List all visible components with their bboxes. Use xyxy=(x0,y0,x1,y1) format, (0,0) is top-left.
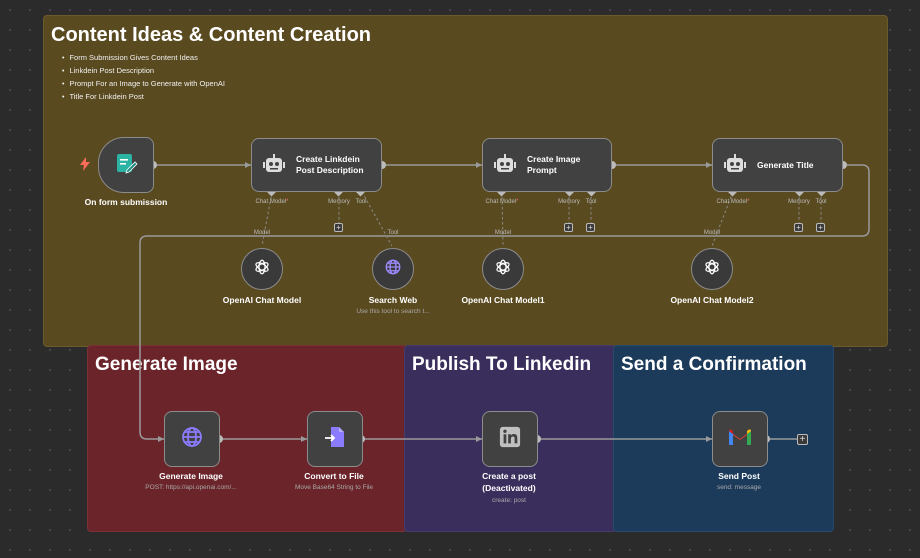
node-on-form-submission[interactable] xyxy=(98,137,154,193)
port-memory: Memory xyxy=(788,199,810,205)
port-tool: Tool xyxy=(815,199,827,205)
node-label: Search Web xyxy=(368,295,418,305)
node-create-a-post-linkedin[interactable] xyxy=(482,411,538,467)
node-subtitle: POST: https://api.openai.com/... xyxy=(145,484,237,491)
port-tool: Tool xyxy=(355,199,367,205)
add-memory-button[interactable]: + xyxy=(564,223,573,232)
add-node-button[interactable]: + xyxy=(797,434,808,445)
node-subtitle: Move Base64 String to File xyxy=(294,484,374,491)
globe-icon xyxy=(180,425,204,454)
node-generate-image[interactable] xyxy=(164,411,220,467)
connections-layer xyxy=(139,161,870,443)
node-label: OpenAI Chat Model xyxy=(222,295,302,305)
node-title: Create Linkdein Post Description xyxy=(296,154,364,175)
port-model: Model xyxy=(494,230,512,236)
robot-icon xyxy=(262,153,286,177)
node-label: Send Post xyxy=(718,471,760,481)
node-title: Create Image Prompt xyxy=(527,154,581,175)
port-chat-model: Chat Model* xyxy=(716,199,750,205)
node-label: On form submission xyxy=(84,197,168,207)
node-convert-to-file[interactable] xyxy=(307,411,363,467)
port-chat-model: Chat Model* xyxy=(485,199,519,205)
node-create-image-prompt[interactable]: Create Image Prompt xyxy=(482,138,612,192)
port-model: Model xyxy=(703,230,721,236)
port-memory: Memory xyxy=(328,199,350,205)
trigger-bolt-icon xyxy=(80,157,90,171)
node-subtitle: send: message xyxy=(716,484,762,491)
add-tool-button[interactable]: + xyxy=(816,223,825,232)
node-openai-chat-model[interactable] xyxy=(241,248,283,290)
node-label-status: (Deactivated) xyxy=(482,483,536,493)
node-label: Convert to File xyxy=(304,471,364,481)
add-memory-button[interactable]: + xyxy=(334,223,343,232)
linkedin-icon xyxy=(499,426,521,453)
node-search-web[interactable] xyxy=(372,248,414,290)
robot-icon xyxy=(493,153,517,177)
node-label: OpenAI Chat Model2 xyxy=(670,295,754,305)
node-generate-title[interactable]: Generate Title xyxy=(712,138,843,192)
port-tool: Tool xyxy=(585,199,597,205)
node-openai-chat-model-2[interactable] xyxy=(691,248,733,290)
node-label: Generate Image xyxy=(159,471,223,481)
node-send-post-gmail[interactable] xyxy=(712,411,768,467)
add-memory-button[interactable]: + xyxy=(794,223,803,232)
port-memory: Memory xyxy=(558,199,580,205)
openai-icon xyxy=(253,258,271,281)
convert-file-icon xyxy=(323,425,347,454)
port-model: Model xyxy=(253,230,271,236)
node-label: OpenAI Chat Model1 xyxy=(461,295,545,305)
openai-icon xyxy=(703,258,721,281)
port-tool: Tool xyxy=(387,230,399,236)
node-create-linkedin-post-description[interactable]: Create Linkdein Post Description xyxy=(251,138,382,192)
node-title: Generate Title xyxy=(757,159,814,170)
node-subtitle: create: post xyxy=(492,497,526,504)
node-subtitle: Use this tool to search t... xyxy=(356,308,430,315)
openai-icon xyxy=(494,258,512,281)
add-tool-button[interactable]: + xyxy=(586,223,595,232)
form-icon xyxy=(114,151,138,180)
globe-icon xyxy=(384,258,402,281)
gmail-icon xyxy=(728,427,752,452)
port-chat-model: Chat Model* xyxy=(255,199,289,205)
node-openai-chat-model-1[interactable] xyxy=(482,248,524,290)
node-label: Create a post xyxy=(482,471,536,481)
robot-icon xyxy=(723,153,747,177)
